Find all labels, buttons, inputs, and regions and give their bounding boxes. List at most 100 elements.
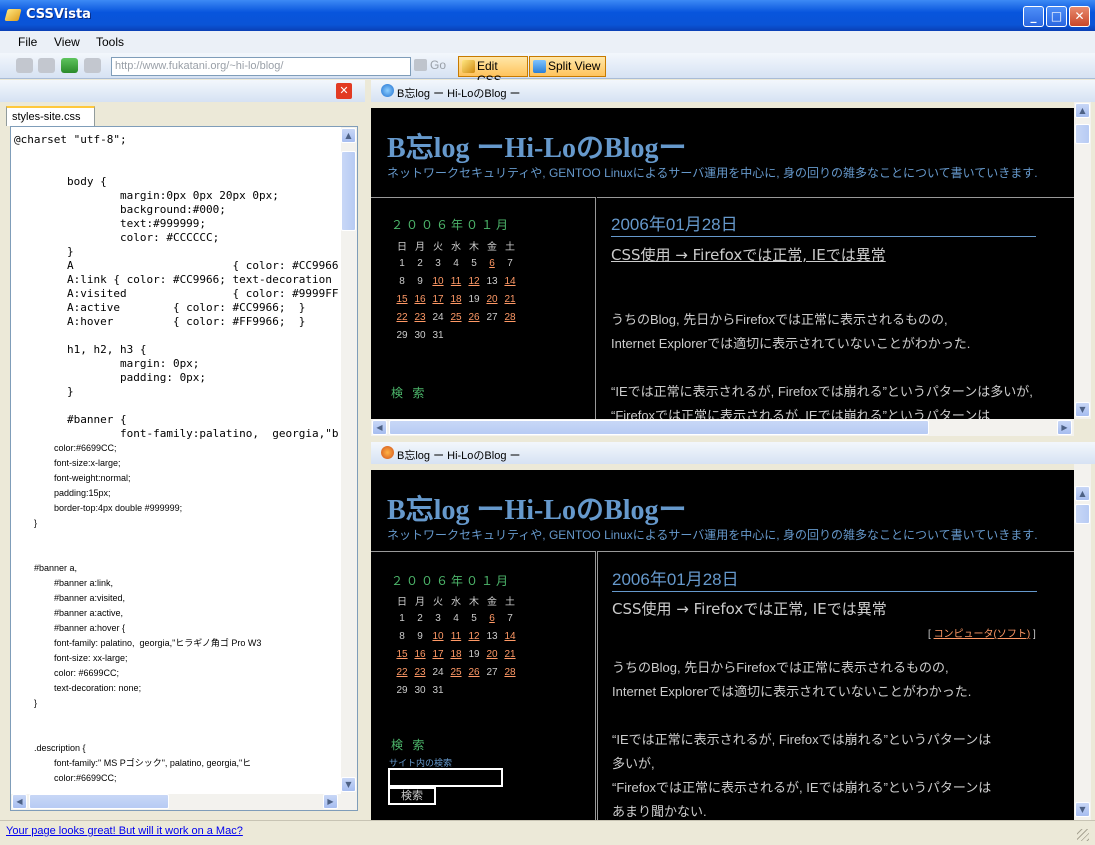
calendar-day[interactable]: 25 bbox=[447, 308, 465, 326]
calendar-day[interactable]: 22 bbox=[393, 308, 411, 326]
calendar-day[interactable]: 18 bbox=[447, 645, 465, 663]
css-editor[interactable]: @charset "utf-8"; body { margin:0px 0px … bbox=[10, 126, 358, 811]
resize-grip[interactable] bbox=[1077, 829, 1089, 841]
calendar-weekday: 月 bbox=[415, 241, 425, 253]
calendar-day bbox=[465, 681, 483, 699]
scroll-up-button[interactable]: ▲ bbox=[341, 128, 356, 143]
calendar-day[interactable]: 6 bbox=[483, 609, 501, 627]
calendar-day[interactable]: 17 bbox=[429, 290, 447, 308]
ie-h-scroll-thumb[interactable] bbox=[389, 420, 929, 435]
maximize-button[interactable]: □ bbox=[1046, 6, 1067, 27]
calendar-day[interactable]: 10 bbox=[429, 272, 447, 290]
ff-scroll-up-button[interactable]: ▲ bbox=[1075, 486, 1090, 501]
calendar-day[interactable]: 14 bbox=[501, 272, 519, 290]
menu-file[interactable]: File bbox=[18, 35, 37, 49]
split-view-label: Split View bbox=[548, 59, 601, 73]
calendar-day: 7 bbox=[507, 612, 513, 624]
minimize-button[interactable]: _ bbox=[1023, 6, 1044, 27]
css-code[interactable]: @charset "utf-8"; body { margin:0px 0px … bbox=[14, 133, 340, 788]
calendar-day[interactable]: 11 bbox=[447, 272, 465, 290]
close-window-button[interactable]: ✕ bbox=[1069, 6, 1090, 27]
firefox-site-view[interactable]: B忘log ーHi-LoのBlogー ネットワークセキュリティや, GENTOO… bbox=[371, 470, 1074, 820]
calendar-day[interactable]: 26 bbox=[465, 663, 483, 681]
calendar-day: 13 bbox=[486, 275, 498, 287]
calendar-day[interactable]: 21 bbox=[501, 645, 519, 663]
menu-view[interactable]: View bbox=[54, 35, 80, 49]
calendar-weekday: 木 bbox=[469, 596, 479, 608]
post-title[interactable]: CSS使用 → Firefoxでは正常, IEでは異常 bbox=[611, 244, 886, 265]
calendar-day: 4 bbox=[453, 612, 459, 624]
scroll-left-button[interactable]: ◀ bbox=[12, 794, 27, 809]
post-title: CSS使用 → Firefoxでは正常, IEでは異常 bbox=[612, 600, 887, 618]
calendar-day[interactable]: 10 bbox=[429, 627, 447, 645]
ie-horizontal-scrollbar[interactable]: ◀ ▶ bbox=[371, 419, 1074, 436]
status-link[interactable]: Your page looks great! But will it work … bbox=[6, 825, 243, 837]
ie-vertical-scrollbar[interactable]: ▲ ▼ bbox=[1074, 102, 1091, 419]
calendar-day[interactable]: 6 bbox=[483, 254, 501, 272]
tab-styles-site-css[interactable]: styles-site.css bbox=[6, 106, 95, 126]
site-search-button[interactable]: 検索 bbox=[388, 787, 436, 805]
code-line: margin: 0px; bbox=[14, 357, 200, 370]
ie-scroll-up-button[interactable]: ▲ bbox=[1075, 103, 1090, 118]
ie-site-view[interactable]: B忘log ーHi-LoのBlogー ネットワークセキュリティや, GENTOO… bbox=[371, 108, 1074, 419]
ie-scroll-thumb[interactable] bbox=[1075, 124, 1090, 144]
calendar-day[interactable]: 28 bbox=[501, 663, 519, 681]
calendar-weekday: 月 bbox=[415, 596, 425, 608]
code-line: A:hover { color: #FF9966; } bbox=[14, 315, 306, 328]
h-scroll-thumb[interactable] bbox=[29, 794, 169, 809]
calendar-day[interactable]: 21 bbox=[501, 290, 519, 308]
go-button[interactable]: Go bbox=[414, 58, 446, 72]
back-icon[interactable] bbox=[16, 58, 33, 73]
calendar-day[interactable]: 28 bbox=[501, 308, 519, 326]
edit-css-button[interactable]: Edit CSS bbox=[458, 56, 528, 87]
calendar-day[interactable]: 23 bbox=[411, 308, 429, 326]
calendar-day[interactable]: 25 bbox=[447, 663, 465, 681]
calendar-day[interactable]: 20 bbox=[483, 290, 501, 308]
calendar-day[interactable]: 20 bbox=[483, 645, 501, 663]
scroll-thumb[interactable] bbox=[341, 151, 356, 231]
calendar-day[interactable]: 12 bbox=[465, 272, 483, 290]
category-bracket-close: ] bbox=[1030, 629, 1036, 640]
calendar-weekday: 金 bbox=[487, 241, 497, 253]
calendar-day[interactable]: 26 bbox=[465, 308, 483, 326]
split-view-icon bbox=[533, 60, 546, 73]
calendar-day[interactable]: 15 bbox=[393, 290, 411, 308]
refresh-icon[interactable] bbox=[61, 58, 78, 73]
ie-scroll-left-button[interactable]: ◀ bbox=[372, 420, 387, 435]
ff-scroll-thumb[interactable] bbox=[1075, 504, 1090, 524]
split-view-button[interactable]: Split View bbox=[529, 56, 606, 77]
editor-vertical-scrollbar[interactable]: ▲ ▼ bbox=[341, 127, 357, 794]
calendar-day[interactable]: 16 bbox=[411, 645, 429, 663]
site-search-input[interactable] bbox=[388, 768, 503, 787]
address-input[interactable]: http://www.fukatani.org/~hi-lo/blog/ bbox=[111, 57, 411, 76]
calendar-day[interactable]: 14 bbox=[501, 627, 519, 645]
calendar-day[interactable]: 15 bbox=[393, 645, 411, 663]
ff-scroll-down-button[interactable]: ▼ bbox=[1075, 802, 1090, 817]
home-icon[interactable] bbox=[84, 58, 101, 73]
calendar-day[interactable]: 18 bbox=[447, 290, 465, 308]
ie-scroll-right-button[interactable]: ▶ bbox=[1057, 420, 1072, 435]
title-bar[interactable]: CSSVista _ □ ✕ bbox=[0, 0, 1095, 31]
calendar-day: 8 bbox=[399, 275, 405, 287]
menu-tools[interactable]: Tools bbox=[96, 35, 124, 49]
scroll-down-button[interactable]: ▼ bbox=[341, 777, 356, 792]
code-line: color:#6699CC; bbox=[14, 773, 117, 783]
calendar-day[interactable]: 17 bbox=[429, 645, 447, 663]
ie-scroll-down-button[interactable]: ▼ bbox=[1075, 402, 1090, 417]
calendar-day[interactable]: 16 bbox=[411, 290, 429, 308]
calendar-day[interactable]: 12 bbox=[465, 627, 483, 645]
code-line: body { bbox=[14, 175, 107, 188]
firefox-vertical-scrollbar[interactable]: ▲ ▼ bbox=[1074, 464, 1091, 820]
calendar-day[interactable]: 11 bbox=[447, 627, 465, 645]
calendar-day[interactable]: 23 bbox=[411, 663, 429, 681]
site-banner[interactable]: B忘log ーHi-LoのBlogー bbox=[387, 488, 686, 528]
editor-horizontal-scrollbar[interactable]: ◀ ▶ bbox=[11, 794, 357, 810]
forward-icon[interactable] bbox=[38, 58, 55, 73]
site-banner[interactable]: B忘log ーHi-LoのBlogー bbox=[387, 126, 686, 166]
scroll-right-button[interactable]: ▶ bbox=[323, 794, 338, 809]
calendar-day[interactable]: 22 bbox=[393, 663, 411, 681]
close-icon[interactable]: ✕ bbox=[336, 83, 352, 99]
category-link[interactable]: コンピュータ(ソフト) bbox=[934, 629, 1031, 640]
